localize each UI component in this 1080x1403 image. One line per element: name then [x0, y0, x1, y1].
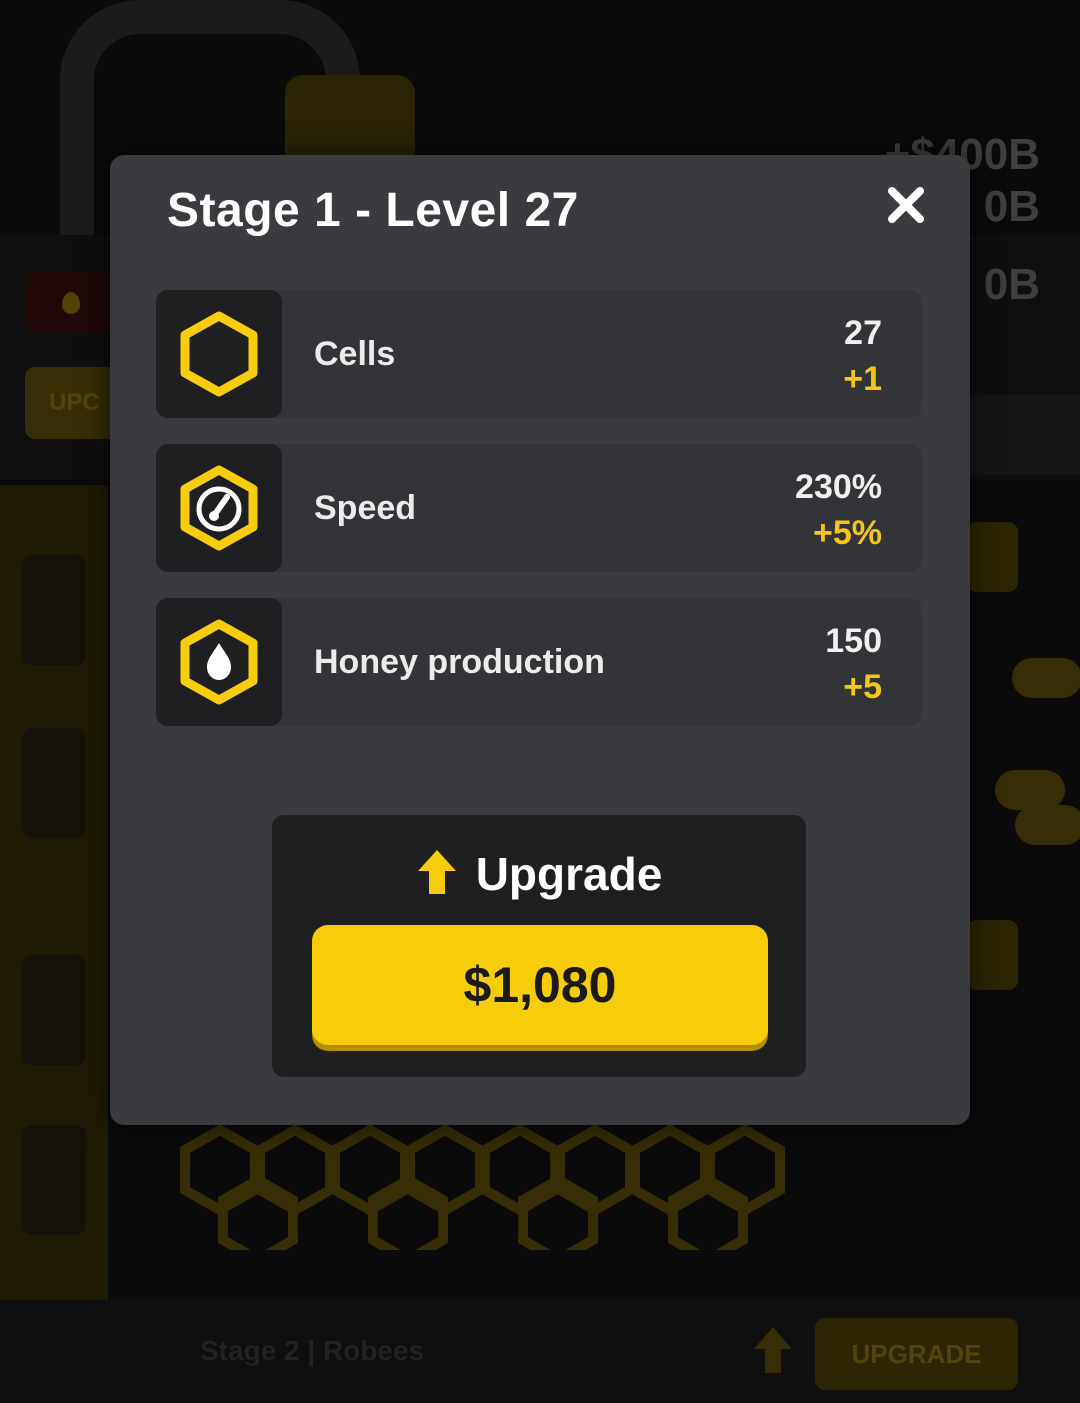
level-upgrade-dialog: Stage 1 - Level 27 Cells 27 +1 Speed 230…	[110, 155, 970, 1125]
stat-icon-box	[156, 290, 282, 418]
stat-label: Speed	[314, 489, 417, 527]
stat-current-value: 150	[825, 622, 882, 660]
stat-values: 27 +1	[843, 310, 882, 402]
arrow-up-icon	[416, 848, 458, 907]
stat-row-speed: Speed 230% +5%	[156, 444, 922, 572]
stat-row-honey-production: Honey production 150 +5	[156, 598, 922, 726]
stat-values: 230% +5%	[795, 464, 882, 556]
close-button[interactable]	[884, 183, 928, 227]
stat-icon-box	[156, 598, 282, 726]
honey-drop-icon	[180, 619, 258, 705]
stat-current-value: 230%	[795, 468, 882, 506]
stat-row-cells: Cells 27 +1	[156, 290, 922, 418]
stat-increase: +5	[843, 668, 882, 706]
game-screen: +$400B 0B 0B UPC Stage 2 | Robees UPGRAD…	[0, 0, 1080, 1403]
close-icon	[888, 187, 924, 223]
stat-increase: +5%	[813, 514, 882, 552]
upgrade-label: Upgrade	[475, 848, 663, 900]
dialog-title: Stage 1 - Level 27	[167, 184, 579, 237]
stat-label: Honey production	[314, 643, 605, 681]
stat-icon-box	[156, 444, 282, 572]
stat-label: Cells	[314, 335, 396, 373]
hexagon-icon	[180, 311, 258, 397]
stat-increase: +1	[843, 360, 882, 398]
upgrade-price-button[interactable]: $1,080	[312, 925, 768, 1045]
stat-current-value: 27	[844, 314, 882, 352]
speedometer-icon	[180, 465, 258, 551]
stat-values: 150 +5	[825, 618, 882, 710]
upgrade-heading: Upgrade	[272, 847, 806, 907]
upgrade-panel: Upgrade $1,080	[272, 815, 806, 1077]
